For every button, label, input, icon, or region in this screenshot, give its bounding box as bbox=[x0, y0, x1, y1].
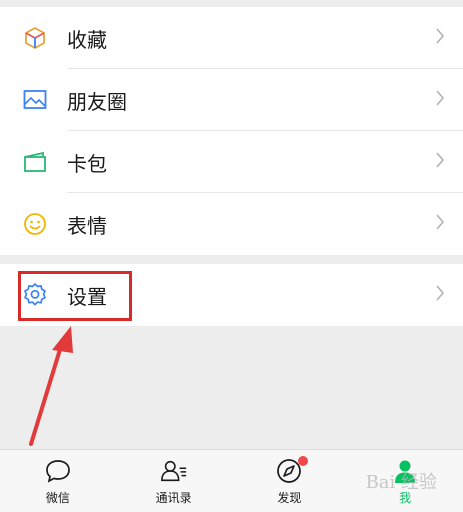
tab-contacts[interactable]: 通讯录 bbox=[116, 450, 232, 512]
tab-discover[interactable]: 发现 bbox=[232, 450, 348, 512]
chat-icon bbox=[44, 457, 72, 485]
tab-label: 发现 bbox=[277, 491, 302, 505]
notification-badge bbox=[298, 456, 309, 466]
tab-label: 微信 bbox=[45, 491, 70, 505]
watermark: Bai 经验 bbox=[365, 472, 437, 493]
contacts-icon bbox=[160, 457, 188, 485]
tab-chats[interactable]: 微信 bbox=[0, 450, 116, 512]
pointer-arrow bbox=[29, 326, 73, 446]
tab-label: 通讯录 bbox=[155, 491, 192, 505]
